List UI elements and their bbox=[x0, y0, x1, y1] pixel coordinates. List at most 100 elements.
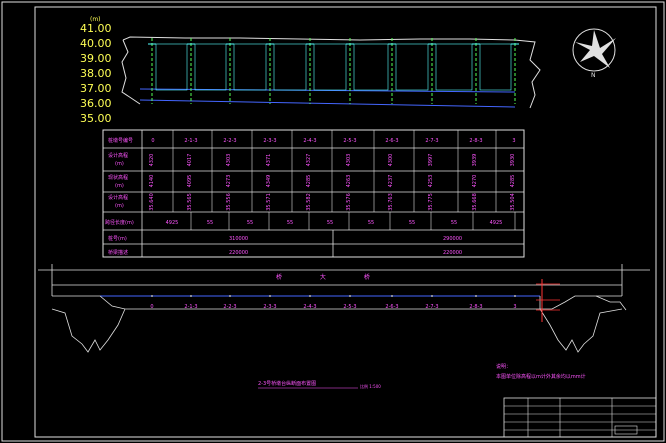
station-cell-8: 2-8-3 bbox=[469, 138, 482, 144]
value-cell-r3-3: 4349 bbox=[266, 175, 272, 188]
value-cell-r2-8: 3939 bbox=[472, 154, 478, 167]
north-arrow: N bbox=[572, 28, 616, 79]
value-cell-r2-2: 4303 bbox=[226, 154, 232, 167]
plan-pier-label-9: 3 bbox=[513, 304, 516, 310]
elevation-axis: (m) 41.00 40.00 39.00 38.00 37.00 36.00 … bbox=[80, 16, 112, 125]
row-header-bottom-elev: 设计高程 bbox=[108, 194, 128, 201]
station-cell-1: 2-1-3 bbox=[184, 138, 197, 144]
desc-right: 220000 bbox=[443, 250, 462, 256]
value-cell-r4-2: 35.556 bbox=[226, 193, 232, 211]
value-cell-r2-0: 4320 bbox=[149, 154, 155, 167]
value-cell-r3-2: 4273 bbox=[226, 175, 232, 188]
value-cell-r2-1: 4017 bbox=[187, 154, 193, 167]
value-cell-r3-7: 4253 bbox=[428, 175, 434, 188]
bottom-grade-line bbox=[139, 99, 516, 108]
desc-left: 220000 bbox=[229, 250, 248, 256]
value-cell-r2-3: 4371 bbox=[266, 154, 272, 167]
left-abutment-outline bbox=[121, 39, 141, 105]
ground-line bbox=[122, 36, 541, 109]
right-abutment-plan bbox=[539, 308, 623, 353]
cad-drawing: (m) 41.00 40.00 39.00 38.00 37.00 36.00 … bbox=[1, 1, 665, 442]
row-header-ground-elev: 现状高程 bbox=[108, 174, 128, 181]
deck-outline bbox=[52, 295, 622, 310]
notes-line-1: 本图单位除高程以m计外其余均以mm计 bbox=[496, 373, 586, 380]
plan-pier-marker-8 bbox=[475, 295, 477, 297]
scale-note: 比例 1:500 bbox=[360, 383, 381, 389]
row-header-design-elev-unit: (m) bbox=[115, 161, 124, 167]
value-cell-r3-6: 4237 bbox=[388, 175, 394, 188]
span-cell-7: 55 bbox=[451, 220, 457, 226]
value-cell-r3-0: 4140 bbox=[149, 175, 155, 188]
value-cell-r3-5: 4263 bbox=[346, 175, 352, 188]
span-segment-1 bbox=[194, 43, 227, 91]
span-cell-1: 55 bbox=[207, 220, 213, 226]
row-header-stake: 桩号(m) bbox=[108, 235, 127, 242]
value-cell-r4-3: 35.571 bbox=[266, 193, 272, 211]
span-segment-2 bbox=[233, 43, 267, 91]
drawing-title: 2-3号桥墩台纵断面布置图 bbox=[258, 380, 316, 387]
station-cell-5: 2-5-3 bbox=[343, 138, 356, 144]
row-header-design-elev: 设计高程 bbox=[108, 152, 128, 159]
plan-pier-label-5: 2-5-3 bbox=[343, 304, 356, 310]
plan-pier-marker-2 bbox=[229, 295, 231, 297]
row-header-span: 跨径长度(m) bbox=[105, 219, 134, 226]
elevation-tick-37: 37.00 bbox=[80, 82, 112, 95]
elevation-tick-36: 36.00 bbox=[80, 97, 112, 110]
plan-pier-marker-9 bbox=[514, 295, 516, 297]
value-cell-r3-1: 4095 bbox=[187, 175, 193, 188]
span-cell-2: 55 bbox=[247, 220, 253, 226]
value-cell-r2-7: 3997 bbox=[428, 154, 434, 167]
span-segment-6 bbox=[395, 43, 429, 91]
value-cell-r3-4: 4285 bbox=[306, 175, 312, 188]
plan-pier-marker-4 bbox=[309, 295, 311, 297]
value-cell-r3-9: 4285 bbox=[510, 175, 516, 188]
plan-pier-marker-5 bbox=[349, 295, 351, 297]
title-block bbox=[503, 397, 657, 438]
value-cell-r2-5: 4303 bbox=[346, 154, 352, 167]
value-cell-r3-8: 4270 bbox=[472, 175, 478, 188]
station-cell-3: 2-3-3 bbox=[263, 138, 276, 144]
value-cell-r4-9: 35.504 bbox=[510, 193, 516, 211]
compass-label: N bbox=[591, 72, 596, 79]
row-header-ground-elev-unit: (m) bbox=[115, 183, 124, 189]
station-cell-7: 2-7-3 bbox=[425, 138, 438, 144]
plan-pier-marker-3 bbox=[269, 295, 271, 297]
value-cell-r4-8: 35.668 bbox=[472, 193, 478, 211]
plan-pier-label-1: 2-1-3 bbox=[184, 304, 197, 310]
span-segment-3 bbox=[273, 43, 307, 91]
plan-pier-label-7: 2-7-3 bbox=[425, 304, 438, 310]
span-cell-4: 55 bbox=[327, 220, 333, 226]
notes: 说明： 本图单位除高程以m计外其余均以mm计 bbox=[496, 363, 586, 380]
plan-pier-marker-0 bbox=[151, 295, 153, 297]
span-cell-3: 55 bbox=[287, 220, 293, 226]
elevation-tick-40: 40.00 bbox=[80, 37, 112, 50]
value-cell-r4-0: 35.640 bbox=[149, 193, 155, 211]
pier-label-group: 0 2-1-3 2-2-3 2-3-3 2-4-3 2-5-3 2-6-3 2-7-3 2-8-… bbox=[150, 295, 517, 310]
value-cell-r2-6: 4300 bbox=[388, 154, 394, 167]
value-cell-r4-7: 35.775 bbox=[428, 193, 434, 211]
elevation-tick-35: 35.00 bbox=[80, 112, 112, 125]
plan-pier-label-6: 2-6-3 bbox=[385, 304, 398, 310]
elevation-tick-41: 41.00 bbox=[80, 22, 112, 35]
plan-pier-label-0: 0 bbox=[150, 304, 153, 310]
value-cell-r4-5: 35.576 bbox=[346, 193, 352, 211]
station-cell-6: 2-6-3 bbox=[385, 138, 398, 144]
value-cell-r4-1: 35.565 bbox=[187, 193, 193, 211]
bridge-label: 桥 大 桥 bbox=[276, 273, 388, 281]
station-cell-4: 2-4-3 bbox=[303, 138, 316, 144]
plan-pier-label-8: 2-8-3 bbox=[469, 304, 482, 310]
notes-title: 说明： bbox=[496, 363, 511, 370]
span-segment-4 bbox=[313, 43, 347, 91]
row-header-description: 桥梁描述 bbox=[108, 249, 128, 256]
span-segment-7 bbox=[435, 43, 473, 91]
value-cell-r2-4: 4327 bbox=[306, 154, 312, 167]
plan-pier-label-4: 2-4-3 bbox=[303, 304, 316, 310]
profile-view bbox=[121, 36, 541, 109]
station-cell-0: 0 bbox=[151, 138, 154, 144]
value-cell-r4-4: 35.582 bbox=[306, 193, 312, 211]
span-cell-6: 55 bbox=[409, 220, 415, 226]
plan-pier-label-3: 2-3-3 bbox=[263, 304, 276, 310]
stake-right: 290000 bbox=[443, 236, 462, 242]
title-block-border bbox=[503, 397, 657, 438]
row-header-station: 桩墩号编号 bbox=[108, 137, 133, 144]
